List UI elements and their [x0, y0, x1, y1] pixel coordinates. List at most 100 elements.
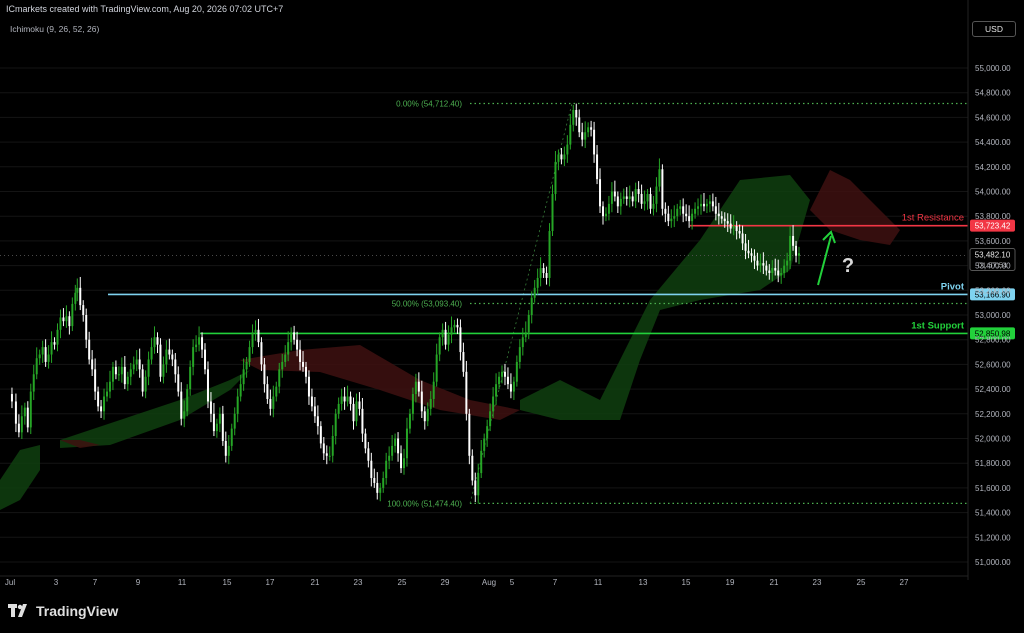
candle-body	[144, 376, 147, 392]
candle-body	[349, 396, 352, 404]
candle-body	[643, 201, 646, 204]
candle-body	[673, 216, 676, 219]
price-axis: 55,000.00 54,800.00 54,600.00 54,400.00 54,2…	[967, 0, 1011, 580]
candle-body	[447, 334, 450, 345]
candle-body	[35, 358, 38, 375]
candle-body	[204, 349, 207, 370]
candle-body	[322, 443, 325, 454]
candle-body	[138, 359, 141, 370]
candle-body	[536, 277, 539, 288]
candle-body	[631, 196, 634, 202]
candle-body	[670, 218, 673, 222]
price-tick-label: 55,000.00	[975, 64, 1011, 73]
candle-body	[560, 154, 563, 160]
candle-body	[331, 436, 334, 456]
candle-body	[367, 448, 370, 461]
candle-body	[729, 223, 732, 229]
candle-body	[189, 366, 192, 390]
price-tick-label: 52,200.00	[975, 410, 1011, 419]
candle-body	[679, 206, 682, 209]
price-tick-label: 51,800.00	[975, 459, 1011, 468]
candle-body	[337, 403, 340, 414]
candle-body	[400, 453, 403, 469]
time-tick-label: 15	[223, 578, 232, 587]
candle-body	[79, 287, 82, 306]
level-price-text: 53,723.42	[975, 222, 1011, 231]
candle-body	[438, 337, 441, 355]
candle-body	[495, 384, 498, 397]
cloud-bull-region	[0, 445, 40, 510]
candle-body	[661, 169, 664, 209]
candle-body	[97, 391, 100, 407]
price-chart[interactable]: 0.00% (54,712.40) 50.00% (53,093.40) 100.0…	[0, 0, 1024, 633]
candle-body	[551, 193, 554, 232]
candle-body	[397, 438, 400, 454]
candle-body	[290, 332, 293, 343]
candle-body	[649, 193, 652, 209]
candle-body	[753, 255, 756, 261]
candle-body	[593, 129, 596, 155]
candle-body	[723, 218, 726, 222]
time-tick-label: Jul	[5, 578, 15, 587]
candle-body	[501, 371, 504, 377]
candle-body	[221, 413, 224, 441]
time-tick-label: 3	[54, 578, 59, 587]
candle-body	[379, 487, 382, 493]
candle-body	[299, 349, 302, 362]
candle-body	[732, 226, 735, 229]
candle-body	[281, 361, 284, 370]
candle-body	[480, 450, 483, 474]
candle-body	[227, 445, 230, 456]
candle-body	[325, 453, 328, 456]
candle-body	[233, 413, 236, 429]
time-tick-label: 25	[398, 578, 407, 587]
price-tick-label: 53,200.00	[975, 286, 1011, 295]
candle-body	[711, 201, 714, 207]
candle-body	[23, 407, 26, 417]
time-tick-label: 25	[857, 578, 866, 587]
candle-body	[474, 480, 477, 496]
candle-body	[533, 287, 536, 298]
price-tick-label: 52,000.00	[975, 435, 1011, 444]
candle-body	[272, 396, 275, 409]
candle-body	[343, 396, 346, 402]
time-tick-label: Aug	[482, 578, 496, 587]
candle-body	[123, 366, 126, 385]
candle-body	[563, 154, 566, 160]
candle-body	[174, 359, 177, 375]
candle-body	[441, 329, 444, 338]
candle-body	[376, 482, 379, 493]
candle-body	[62, 317, 65, 322]
candle-body	[284, 354, 287, 362]
time-tick-label: 27	[900, 578, 909, 587]
up-arrow	[817, 235, 832, 286]
candle-body	[756, 260, 759, 266]
candle-body	[780, 273, 783, 276]
candle-body	[82, 305, 85, 315]
candle-body	[85, 315, 88, 340]
candle-body	[364, 433, 367, 449]
price-tick-label: 52,800.00	[975, 336, 1011, 345]
time-tick-label: 19	[726, 578, 735, 587]
candle-body	[239, 384, 242, 397]
candle-body	[557, 154, 560, 162]
price-tick-label: 51,600.00	[975, 484, 1011, 493]
candle-body	[111, 366, 114, 382]
candle-body	[792, 235, 795, 246]
candle-body	[382, 478, 385, 488]
candle-body	[676, 208, 679, 217]
price-tick-label: 51,000.00	[975, 558, 1011, 567]
price-tick-label: 53,000.00	[975, 311, 1011, 320]
candle-body	[186, 389, 189, 412]
candle-body	[539, 268, 542, 278]
candle-body	[129, 369, 132, 377]
candle-body	[141, 369, 144, 392]
candle-body	[215, 423, 218, 432]
candle-body	[530, 297, 533, 315]
fib-label: 0.00% (54,712.40)	[396, 100, 462, 109]
candle-body	[201, 337, 204, 350]
candle-body	[177, 374, 180, 392]
candle-body	[346, 396, 349, 402]
candle-body	[195, 344, 198, 348]
candle-body	[477, 473, 480, 496]
